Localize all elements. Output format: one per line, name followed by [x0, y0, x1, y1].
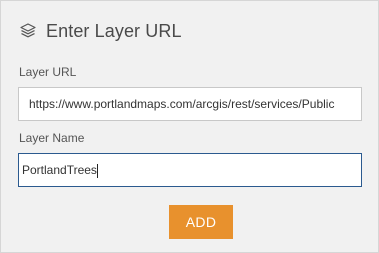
panel-title: Enter Layer URL — [46, 20, 182, 41]
add-button[interactable]: ADD — [169, 205, 233, 239]
layer-url-label: Layer URL — [19, 65, 77, 79]
layers-icon — [19, 22, 37, 40]
layer-name-label: Layer Name — [19, 131, 85, 145]
layer-url-value: https://www.portlandmaps.com/arcgis/rest… — [29, 97, 335, 111]
layer-name-input[interactable]: PortlandTrees — [18, 153, 362, 187]
layer-url-input[interactable]: https://www.portlandmaps.com/arcgis/rest… — [18, 87, 362, 121]
add-layer-panel: Enter Layer URL Layer URL https://www.po… — [0, 0, 379, 253]
panel-header: Enter Layer URL — [19, 19, 182, 43]
layer-name-value: PortlandTrees — [22, 163, 97, 177]
text-caret — [96, 163, 98, 178]
